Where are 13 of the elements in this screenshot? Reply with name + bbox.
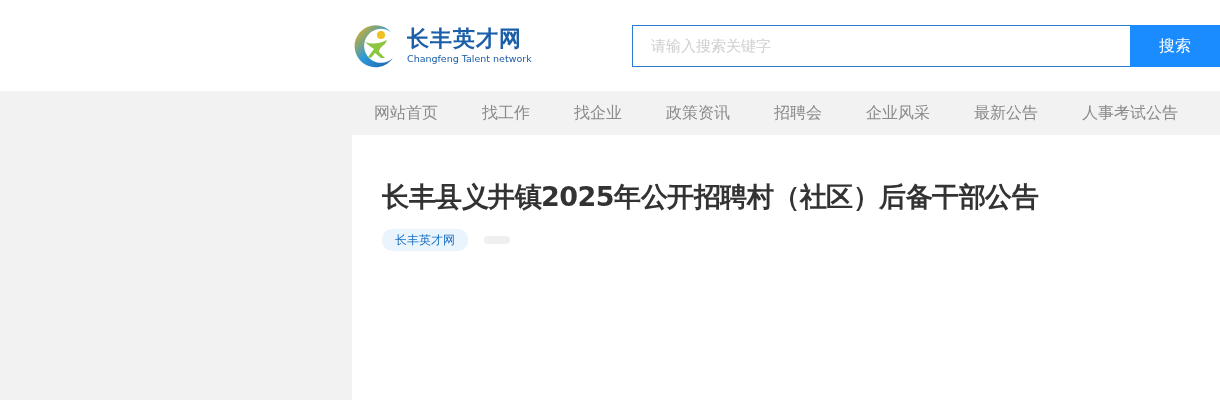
nav-link[interactable]: 找企业: [552, 91, 644, 135]
nav-link[interactable]: 政策资讯: [644, 91, 752, 135]
logo-subtitle: Changfeng Talent network: [407, 53, 532, 64]
nav-link[interactable]: 最新公告: [952, 91, 1060, 135]
search-button[interactable]: 搜索: [1130, 24, 1220, 67]
nav-link[interactable]: 招聘会: [752, 91, 844, 135]
source-tag: 长丰英才网: [382, 229, 468, 252]
nav-link[interactable]: 人事考试公告: [1060, 91, 1200, 135]
logo-name: 长丰英才网: [407, 27, 523, 50]
nav-link[interactable]: 找工作: [460, 91, 552, 135]
article-title: 长丰县义井镇2025年公开招聘村（社区）后备干部公告: [382, 181, 1040, 214]
nav-link[interactable]: 网站首页: [352, 91, 460, 135]
nav-link[interactable]: 企业风采: [844, 91, 952, 135]
